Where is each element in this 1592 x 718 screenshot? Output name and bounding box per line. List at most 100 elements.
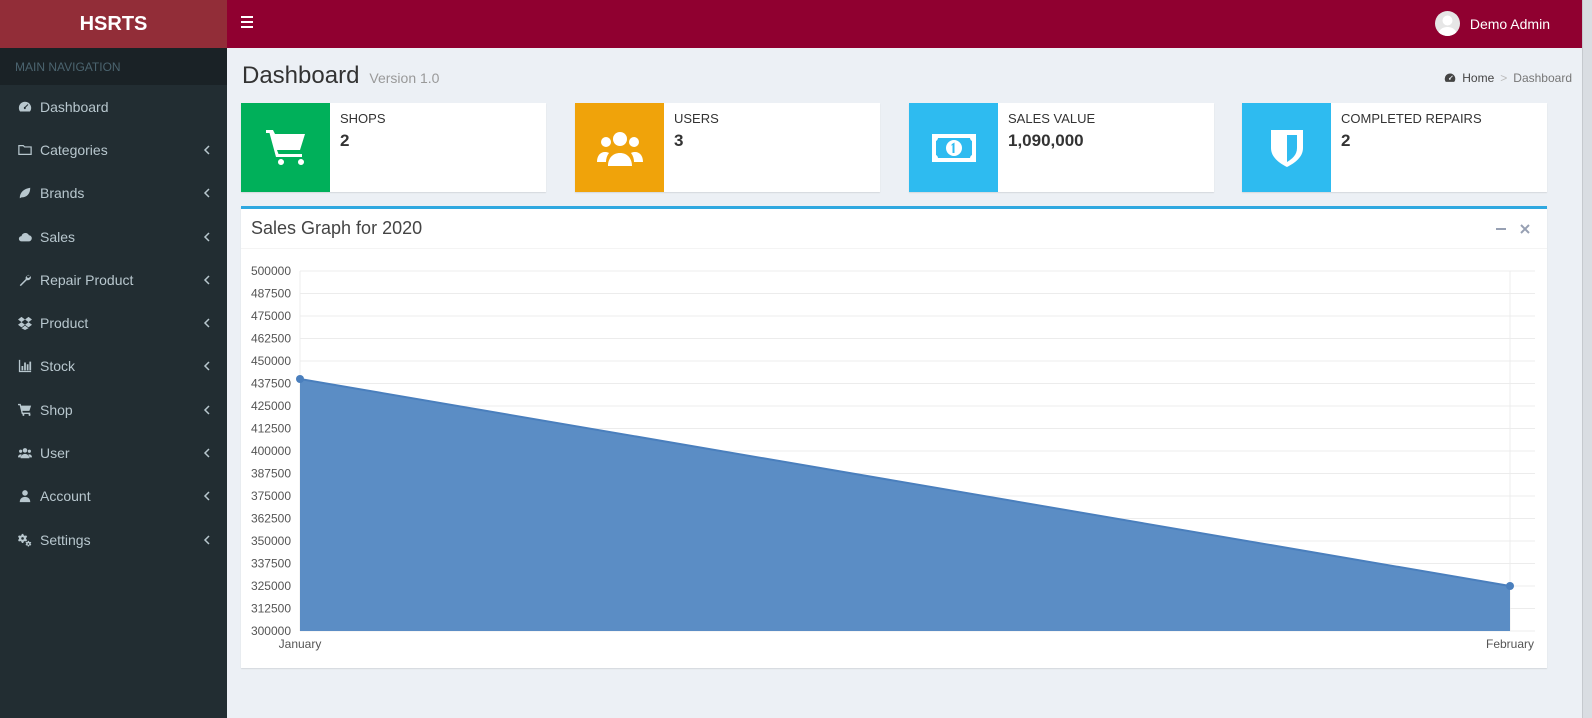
x-tick-label: February (1486, 637, 1534, 651)
users-icon (575, 103, 664, 192)
box-title: Sales Graph for 2020 (251, 218, 423, 238)
chevron-left-icon (200, 318, 212, 328)
wrench-icon (18, 273, 40, 287)
cart-icon (18, 403, 40, 417)
nav-header: MAIN NAVIGATION (0, 48, 227, 85)
leaf-icon (18, 186, 40, 200)
nav-list: Dashboard Categories Brands Sales Repair Pro… (0, 85, 227, 561)
info-text: SHOPS 2 (330, 103, 396, 192)
sidebar-item-label: Settings (40, 531, 91, 548)
menu-toggle-icon[interactable] (241, 16, 253, 30)
y-tick-label: 337500 (251, 557, 291, 571)
sidebar-item-sales[interactable]: Sales (0, 215, 227, 258)
y-tick-label: 437500 (251, 377, 291, 391)
sidebar-item-label: Shop (40, 401, 73, 418)
sidebar-item-shop[interactable]: Shop (0, 388, 227, 431)
money-icon (909, 103, 998, 192)
sidebar-item-stock[interactable]: Stock (0, 345, 227, 388)
breadcrumb-current: Dashboard (1513, 71, 1572, 85)
folder-icon (18, 143, 40, 157)
sales-graph-box: Sales Graph for 2020 500000 487500 475000 4… (241, 206, 1547, 668)
scrollbar[interactable] (1582, 0, 1592, 718)
info-number: 1,090,000 (1008, 131, 1084, 150)
info-text: USERS 3 (664, 103, 729, 192)
collapse-icon[interactable] (1489, 224, 1513, 234)
info-box-completed-repairs: COMPLETED REPAIRS 2 (1242, 103, 1547, 192)
box-header: Sales Graph for 2020 (241, 209, 1547, 249)
chevron-left-icon (200, 145, 212, 155)
dropbox-icon (18, 316, 40, 331)
dashboard-icon (18, 100, 40, 114)
sidebar-item-product[interactable]: Product (0, 301, 227, 344)
sidebar-item-categories[interactable]: Categories (0, 128, 227, 171)
chevron-left-icon (200, 535, 212, 545)
chevron-left-icon (200, 448, 212, 458)
sidebar-item-label: Account (40, 488, 91, 505)
gears-icon (18, 533, 40, 547)
info-label: SALES VALUE (1008, 111, 1096, 126)
data-point (1506, 582, 1514, 590)
dashboard-icon (1445, 73, 1456, 82)
chevron-left-icon (200, 232, 212, 242)
chevron-left-icon (200, 491, 212, 501)
y-tick-label: 400000 (251, 444, 291, 458)
sidebar-item-label: Sales (40, 228, 76, 245)
users-icon (18, 446, 40, 460)
x-tick-label: January (279, 637, 322, 651)
sidebar: MAIN NAVIGATION Dashboard Categories Brand… (0, 48, 227, 718)
chevron-left-icon (200, 275, 212, 285)
sidebar-item-repair-product[interactable]: Repair Product (0, 258, 227, 301)
breadcrumb-separator: > (1500, 71, 1508, 85)
user-menu[interactable]: Demo Admin (1434, 11, 1550, 36)
cloud-icon (18, 230, 40, 244)
sidebar-item-account[interactable]: Account (0, 475, 227, 518)
breadcrumb-home[interactable]: Home (1462, 71, 1494, 85)
page-title: Dashboard Version 1.0 (242, 62, 439, 90)
sidebar-item-label: Stock (40, 358, 76, 375)
bar-chart-icon (18, 359, 40, 373)
content: Dashboard Version 1.0 Home > Dashboard S… (227, 48, 1582, 718)
sidebar-item-settings[interactable]: Settings (0, 518, 227, 561)
y-tick-label: 300000 (251, 624, 291, 638)
y-tick-label: 362500 (251, 512, 291, 526)
sidebar-item-user[interactable]: User (0, 431, 227, 474)
user-icon (18, 489, 40, 503)
info-label: USERS (674, 111, 719, 126)
chevron-left-icon (200, 188, 212, 198)
sidebar-item-label: Brands (40, 185, 85, 202)
chevron-left-icon (200, 361, 212, 371)
sales-chart: 500000 487500 475000 462500 450000 437500 4250… (241, 250, 1547, 668)
info-label: COMPLETED REPAIRS (1341, 111, 1482, 126)
info-text: COMPLETED REPAIRS 2 (1331, 103, 1492, 192)
series-area (300, 379, 1510, 631)
info-box-shops: SHOPS 2 (241, 103, 546, 192)
y-tick-label: 312500 (251, 602, 291, 616)
sidebar-item-label: User (40, 445, 70, 462)
sidebar-item-brands[interactable]: Brands (0, 172, 227, 215)
sidebar-item-label: Repair Product (40, 271, 134, 288)
close-icon[interactable] (1513, 223, 1537, 234)
info-number: 3 (674, 131, 684, 150)
brand-logo[interactable]: HSRTS (0, 0, 227, 48)
sidebar-item-label: Categories (40, 141, 108, 158)
y-tick-label: 375000 (251, 489, 291, 503)
sidebar-item-dashboard[interactable]: Dashboard (0, 85, 227, 128)
info-label: SHOPS (340, 111, 386, 126)
y-tick-label: 325000 (251, 579, 291, 593)
y-tick-label: 475000 (251, 309, 291, 323)
cart-icon (241, 103, 330, 192)
info-text: SALES VALUE 1,090,000 (998, 103, 1105, 192)
page-title-text: Dashboard (242, 62, 360, 89)
chevron-left-icon (200, 405, 212, 415)
user-name: Demo Admin (1469, 15, 1550, 32)
shield-icon (1242, 103, 1331, 192)
info-box-users: USERS 3 (575, 103, 880, 192)
y-tick-label: 500000 (251, 264, 291, 278)
sidebar-item-label: Dashboard (40, 98, 109, 115)
y-tick-label: 462500 (251, 332, 291, 346)
y-tick-label: 450000 (251, 354, 291, 368)
avatar (1434, 11, 1460, 36)
y-tick-label: 387500 (251, 467, 291, 481)
info-number: 2 (340, 131, 350, 150)
topbar: Demo Admin (227, 0, 1592, 48)
